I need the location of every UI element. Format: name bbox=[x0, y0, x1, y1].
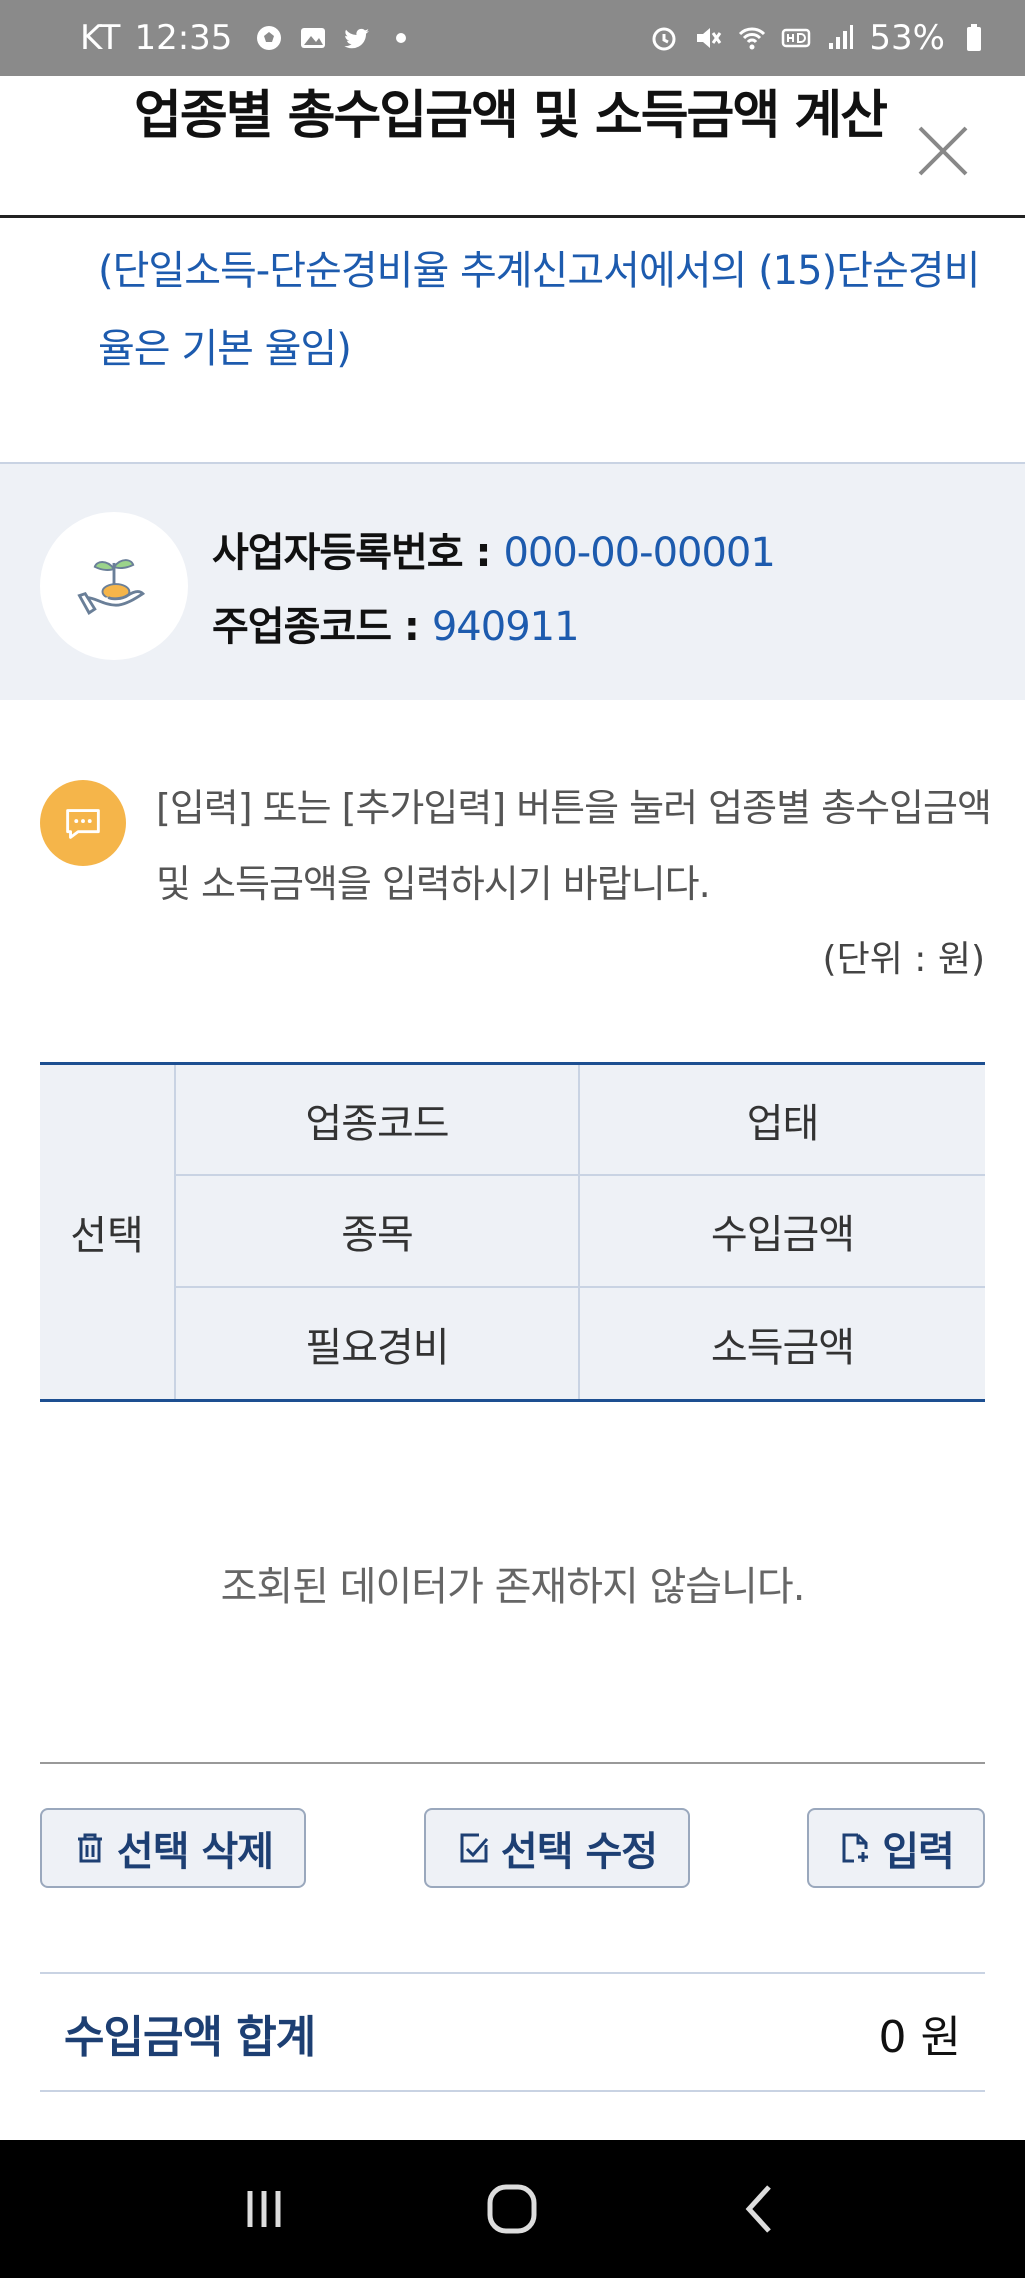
twitter-icon bbox=[342, 23, 372, 53]
industry-code-label: 주업종코드 : bbox=[212, 604, 432, 650]
divider bbox=[40, 1972, 985, 1974]
business-info-panel: 사업자등록번호 : 000-00-00001 주업종코드 : 940911 bbox=[0, 462, 1025, 700]
battery-percent: 53% bbox=[869, 18, 945, 58]
business-reg-label: 사업자등록번호 : bbox=[212, 530, 504, 576]
back-button[interactable] bbox=[721, 2169, 801, 2249]
delete-selected-button[interactable]: 선택 삭제 bbox=[40, 1808, 306, 1888]
main-industry-code: 주업종코드 : 940911 bbox=[212, 594, 580, 652]
alarm-icon bbox=[649, 23, 679, 53]
edit-selected-label: 선택 수정 bbox=[500, 1829, 658, 1875]
input-button[interactable]: 입력 bbox=[807, 1808, 985, 1888]
header-business-item: 종목 bbox=[176, 1176, 580, 1288]
unit-label: (단위 : 원) bbox=[822, 939, 985, 980]
select-column-header: 선택 bbox=[40, 1065, 176, 1399]
home-button[interactable] bbox=[472, 2169, 552, 2249]
edit-selected-button[interactable]: 선택 수정 bbox=[424, 1808, 690, 1888]
status-bar: KT 12:35 53% bbox=[0, 0, 1025, 76]
signal-icon bbox=[825, 23, 855, 53]
business-reg-value: 000-00-00001 bbox=[503, 530, 775, 576]
notice-text: (단일소득-단순경비율 추계신고서에서의 (15)단순경비율은 기본 율임) bbox=[98, 248, 980, 372]
data-table-header: 선택 업종코드 업태 종목 수입금액 필요경비 소득금액 bbox=[40, 1062, 985, 1402]
header-revenue: 수입금액 bbox=[580, 1176, 985, 1288]
page-title: 업종별 총수입금액 및 소득금액 계산 bbox=[133, 86, 888, 146]
modal-header: 업종별 총수입금액 및 소득금액 계산 bbox=[0, 76, 1025, 218]
business-reg-number: 사업자등록번호 : 000-00-00001 bbox=[212, 520, 776, 578]
business-icon bbox=[40, 512, 188, 660]
hd-icon bbox=[781, 23, 811, 53]
wifi-icon bbox=[737, 23, 767, 53]
input-label: 입력 bbox=[882, 1829, 955, 1875]
header-income: 소득금액 bbox=[710, 1324, 855, 1371]
header-business-type: 업태 bbox=[580, 1065, 985, 1176]
chat-bubble-icon bbox=[40, 780, 126, 866]
trash-icon bbox=[77, 1833, 102, 1863]
back-icon bbox=[745, 2185, 771, 2233]
soccer-ball-icon bbox=[254, 23, 284, 53]
info-message: [입력] 또는 [추가입력] 버튼을 눌러 업종별 총수입금액 및 소득금액을 … bbox=[156, 786, 992, 906]
header-industry-code: 업종코드 bbox=[176, 1065, 580, 1176]
notification-icons bbox=[254, 23, 416, 53]
carrier-label: KT bbox=[80, 18, 121, 58]
delete-selected-label: 선택 삭제 bbox=[116, 1829, 274, 1875]
battery-icon bbox=[959, 23, 989, 53]
revenue-total-value: 0 원 bbox=[878, 2012, 961, 2063]
status-left: KT 12:35 bbox=[80, 18, 416, 58]
divider bbox=[40, 1762, 985, 1764]
dot-icon bbox=[386, 23, 416, 53]
empty-state-message: 조회된 데이터가 존재하지 않습니다. bbox=[220, 1564, 806, 1610]
revenue-total-row: 수입금액 합계 0 원 bbox=[40, 1976, 985, 2092]
edit-check-icon bbox=[460, 1833, 489, 1863]
close-icon bbox=[918, 126, 968, 176]
header-expenses: 필요경비 bbox=[176, 1288, 580, 1399]
system-nav-bar bbox=[0, 2140, 1025, 2278]
home-icon bbox=[487, 2184, 537, 2234]
industry-code-value: 940911 bbox=[431, 604, 580, 650]
revenue-total-label: 수입금액 합계 bbox=[64, 2012, 316, 2063]
clock: 12:35 bbox=[134, 18, 233, 58]
mute-icon bbox=[693, 23, 723, 53]
close-button[interactable] bbox=[910, 118, 976, 184]
recent-apps-button[interactable] bbox=[224, 2169, 304, 2249]
gallery-icon bbox=[298, 23, 328, 53]
status-right: 53% bbox=[649, 18, 989, 58]
recent-apps-icon bbox=[247, 2191, 281, 2227]
add-document-icon bbox=[842, 1833, 869, 1863]
